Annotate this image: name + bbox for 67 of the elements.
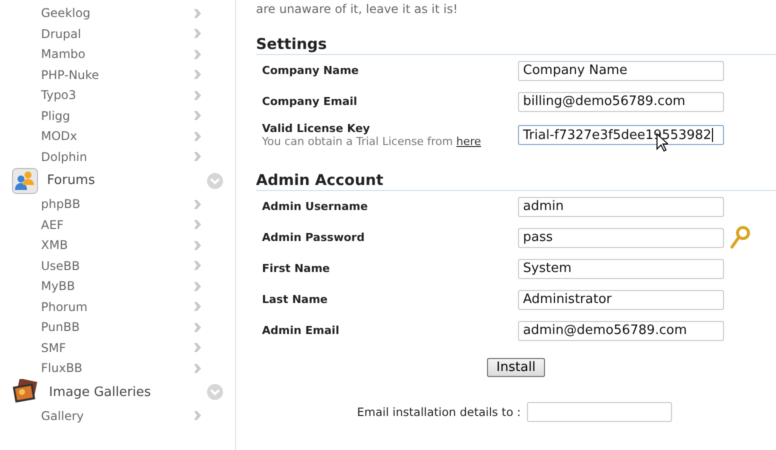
arrow-icon [194,240,201,250]
arrow-icon [194,282,201,291]
arrow-icon [194,261,201,270]
field-label: Company Email [262,95,358,108]
arrow-icon [194,50,201,59]
arrow-icon [194,90,201,100]
arrow-icon [194,132,201,141]
arrow-icon [194,220,201,230]
category-title[interactable]: Image Galleries [49,384,198,400]
arrow-icon [194,322,201,332]
sidebar-link[interactable]: Phorum [41,300,88,314]
sidebar-link[interactable]: Drupal [41,26,82,41]
sidebar-link[interactable]: Pligg [41,108,70,123]
arrow-icon [194,200,201,209]
sidebar-link[interactable]: AEF [41,218,64,232]
sidebar-link[interactable]: Mambo [41,47,86,62]
arrow-icon [194,302,201,312]
chevron-down-icon[interactable] [207,384,223,400]
field-label: Last Name [262,293,329,306]
arrow-icon [194,343,201,352]
field-label: Valid License Key [262,122,371,135]
sidebar-link[interactable]: phpBB [41,197,80,212]
arrow-icon [194,70,201,80]
arrow-icon [194,29,201,38]
hint-text: You can obtain a Trial License from here [262,135,482,148]
section-heading: Settings [256,35,776,55]
email-input-field[interactable] [526,402,672,422]
input-field[interactable]: pass [518,228,724,248]
input-field[interactable]: Company Name [518,60,724,80]
input-field[interactable]: billing@demo56789.com [518,92,724,112]
arrow-icon [194,8,201,18]
email-details-label: Email installation details to : [357,405,521,419]
field-label: First Name [262,262,331,275]
field-label: Admin Password [262,231,366,244]
field-label: Company Name [262,64,360,77]
sidebar-link[interactable]: FluxBB [41,361,82,376]
input-field[interactable]: Administrator [518,290,724,310]
input-field[interactable]: admin@demo56789.com [518,320,724,340]
section-heading: Admin Account [256,171,776,191]
sidebar-link[interactable]: XMB [41,238,68,252]
sidebar-link[interactable]: PHP-Nuke [41,68,100,82]
arrow-icon [194,411,201,420]
sidebar-link[interactable]: MODx [41,129,78,144]
users-icon [12,168,38,194]
arrow-icon [194,364,201,373]
sidebar-link[interactable]: Geeklog [41,6,90,20]
sidebar-link[interactable]: UseBB [41,258,80,273]
chevron-down-icon[interactable] [207,172,223,188]
category-title[interactable]: Forums [47,173,198,188]
install-button[interactable]: Install [487,358,545,377]
input-field[interactable]: admin [518,196,724,216]
field-label: Admin Email [262,324,340,337]
arrow-icon [194,152,201,162]
sidebar-link[interactable]: Dolphin [41,150,88,164]
input-field[interactable]: System [518,258,724,278]
sidebar-link[interactable]: Typo3 [41,88,76,102]
sidebar-link[interactable]: Gallery [41,408,84,423]
arrow-icon [194,111,201,120]
sidebar-link[interactable]: SMF [41,340,66,355]
field-label: Admin Username [262,200,369,213]
key-icon[interactable] [730,226,750,249]
input-field[interactable]: Trial-f7327e3f5dee19553982 [518,125,724,145]
intro-text: are unaware of it, leave it as it is! [256,2,459,16]
photos-icon [12,379,40,405]
hint-link[interactable]: here [456,135,482,148]
sidebar-link[interactable]: PunBB [41,320,80,334]
sidebar-link[interactable]: MyBB [41,279,75,294]
